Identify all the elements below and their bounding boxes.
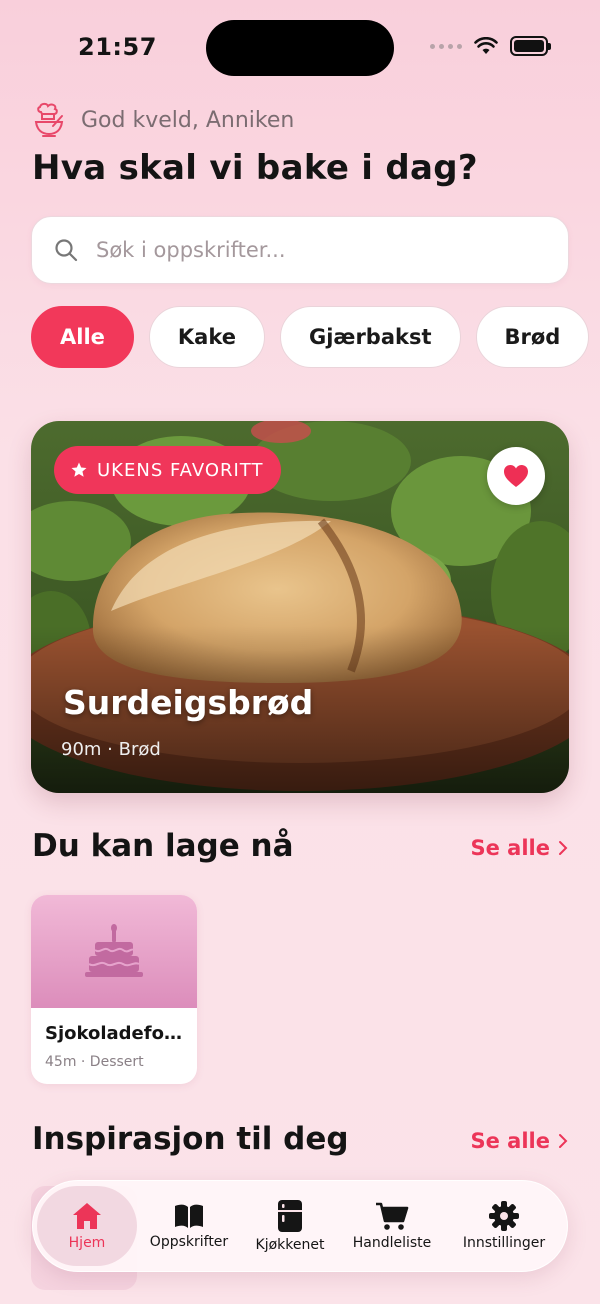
battery-icon (510, 36, 551, 56)
search-bar[interactable] (31, 216, 569, 284)
dynamic-island (206, 20, 394, 76)
nav-label: Handleliste (352, 1235, 432, 1251)
nav-item-home[interactable]: Hjem (37, 1186, 137, 1266)
see-all-label: Se alle (470, 836, 551, 860)
nav-label: Hjem (68, 1235, 106, 1251)
chevron-right-icon (559, 1134, 568, 1148)
cellular-signal-icon (430, 43, 462, 49)
favorite-button[interactable] (487, 447, 545, 505)
chef-mixing-bowl-icon (34, 102, 64, 137)
weekly-favorite-badge: UKENS FAVORITT (54, 446, 282, 494)
search-input[interactable] (96, 238, 516, 262)
cart-icon (376, 1202, 409, 1230)
badge-label: UKENS FAVORITT (97, 459, 264, 481)
recipe-name: Sjokoladefo… (45, 1023, 182, 1044)
status-bar: 21:57 (0, 0, 600, 96)
recipe-card[interactable]: Sjokoladefo… 45m · Dessert (31, 895, 197, 1084)
nav-item-settings[interactable]: Innstillinger (445, 1186, 563, 1266)
see-all-label: Se alle (470, 1129, 551, 1153)
nav-label: Kjøkkenet (255, 1237, 325, 1253)
nav-label: Oppskrifter (149, 1234, 229, 1250)
page-title: Hva skal vi bake i dag? (32, 148, 478, 188)
nav-item-shopping-list[interactable]: Handleliste (339, 1186, 445, 1266)
cake-icon (85, 923, 143, 977)
status-icons (430, 36, 551, 56)
see-all-inspiration-button[interactable]: Se alle (471, 1129, 569, 1153)
greeting-text: God kveld, Anniken (81, 107, 295, 133)
greeting-row: God kveld, Anniken (33, 102, 294, 138)
nav-item-kitchen[interactable]: Kjøkkenet (241, 1186, 339, 1266)
category-chip-brod[interactable]: Brød (475, 306, 590, 368)
category-chip-gjaerbakst[interactable]: Gjærbakst (280, 306, 461, 368)
bottom-navigation: Hjem Oppskrifter Kjøkkenet Handleliste I… (32, 1180, 568, 1272)
book-icon (175, 1204, 203, 1228)
search-icon (55, 239, 78, 262)
star-icon (71, 462, 87, 477)
wifi-icon (474, 37, 498, 54)
featured-recipe-title: Surdeigsbrød (63, 683, 314, 722)
see-all-can-make-button[interactable]: Se alle (471, 836, 569, 860)
fridge-icon (278, 1200, 302, 1232)
home-icon (73, 1203, 101, 1229)
recipe-thumbnail (31, 895, 197, 1008)
category-filter: Alle Kake Gjærbakst Brød (31, 306, 600, 368)
featured-recipe-card[interactable]: UKENS FAVORITT Surdeigsbrød 90m · Brød (31, 421, 569, 793)
chevron-right-icon (559, 841, 568, 855)
category-chip-kake[interactable]: Kake (148, 306, 265, 368)
status-time: 21:57 (78, 33, 157, 61)
featured-recipe-meta: 90m · Brød (61, 739, 161, 760)
category-chip-alle[interactable]: Alle (31, 306, 134, 368)
heart-icon (504, 465, 528, 487)
section-title-inspiration: Inspirasjon til deg (32, 1121, 349, 1157)
nav-item-recipes[interactable]: Oppskrifter (137, 1186, 241, 1266)
gear-icon (489, 1201, 519, 1231)
nav-label: Innstillinger (462, 1235, 546, 1251)
recipe-meta: 45m · Dessert (45, 1054, 144, 1070)
section-title-can-make: Du kan lage nå (32, 828, 294, 864)
